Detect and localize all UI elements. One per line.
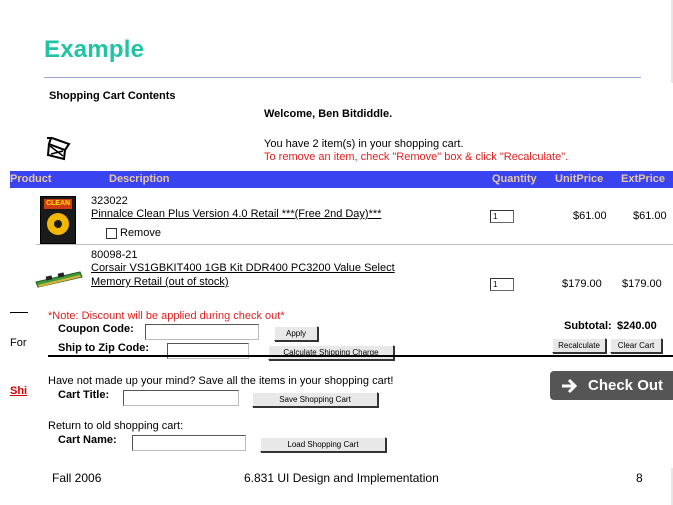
product-image-pinnacle-clean[interactable]: CLEAN — [40, 196, 76, 244]
subtotal-label: Subtotal: — [564, 320, 612, 332]
save-prompt: Have not made up your mind? Save all the… — [48, 375, 394, 387]
save-shopping-cart-button[interactable]: Save Shopping Cart — [252, 392, 378, 407]
shopping-cart-screenshot: Shopping Cart Contents Welcome, Ben Bitd… — [10, 83, 673, 468]
item-sku: 323022 — [91, 195, 128, 207]
cart-table-header: Product Description Quantity UnitPrice E… — [10, 171, 673, 188]
remove-checkbox[interactable] — [106, 228, 117, 239]
cart-title-input[interactable] — [123, 390, 239, 406]
cart-title-label: Cart Title: — [58, 389, 110, 401]
recalculate-button[interactable]: Recalculate — [552, 338, 606, 353]
slide-title: Example — [44, 36, 145, 63]
coupon-code-input[interactable] — [145, 324, 259, 340]
zip-label: Ship to Zip Code: — [58, 342, 150, 354]
column-product: Product — [10, 173, 52, 185]
welcome-text: Welcome, Ben Bitdiddle. — [264, 108, 393, 120]
product-image-corsair-memory[interactable] — [34, 270, 84, 290]
item-count-text: You have 2 item(s) in your shopping cart… — [264, 138, 464, 150]
footer-course: 6.831 UI Design and Implementation — [244, 471, 439, 485]
return-prompt: Return to old shopping cart: — [48, 420, 184, 432]
calculate-shipping-button[interactable]: Calculate Shipping Charge — [268, 345, 394, 360]
subtotal-value: $240.00 — [617, 320, 657, 332]
discount-note: *Note: Discount will be applied during c… — [48, 310, 285, 322]
quantity-input[interactable]: 1 — [490, 278, 514, 291]
remove-instructions: To remove an item, check "Remove" box & … — [264, 151, 569, 163]
load-shopping-cart-button[interactable]: Load Shopping Cart — [260, 437, 386, 452]
unit-price: $179.00 — [562, 278, 602, 290]
cart-heading: Shopping Cart Contents — [49, 90, 176, 102]
item-link-line-1[interactable]: Corsair VS1GBKIT400 1GB Kit DDR400 PC320… — [91, 262, 395, 274]
product-box-label: CLEAN — [44, 199, 72, 209]
check-out-label: Check Out — [588, 377, 664, 394]
column-quantity: Quantity — [492, 173, 537, 185]
apply-button[interactable]: Apply — [274, 326, 318, 341]
left-cut-text: For — [10, 337, 27, 349]
quantity-input[interactable]: 1 — [490, 210, 514, 223]
cut-divider — [10, 312, 28, 313]
slide: Example Shopping Cart Contents Welcome, … — [0, 0, 673, 505]
column-description: Description — [109, 173, 170, 185]
ext-price: $179.00 — [622, 278, 662, 290]
section-divider — [48, 355, 673, 357]
remove-label: Remove — [120, 227, 161, 239]
clear-cart-button[interactable]: Clear Cart — [610, 338, 662, 353]
ext-price: $61.00 — [633, 210, 667, 222]
cart-name-input[interactable] — [132, 435, 246, 451]
left-cut-link[interactable]: Shi — [10, 385, 27, 397]
arrow-right-icon — [562, 378, 578, 394]
unit-price: $61.00 — [573, 210, 607, 222]
item-link-line-2[interactable]: Memory Retail (out of stock) — [91, 276, 229, 288]
coupon-label: Coupon Code: — [58, 323, 134, 335]
page-number: 8 — [636, 471, 643, 485]
title-rule — [44, 77, 641, 78]
row-divider — [36, 244, 673, 245]
cart-name-label: Cart Name: — [58, 434, 117, 446]
column-unit-price: UnitPrice — [555, 173, 604, 185]
item-link[interactable]: Pinnalce Clean Plus Version 4.0 Retail *… — [91, 208, 381, 220]
shopping-cart-icon — [46, 137, 71, 161]
footer-date: Fall 2006 — [52, 471, 102, 485]
check-out-button[interactable]: Check Out — [550, 371, 673, 400]
item-sku: 80098-21 — [91, 249, 138, 261]
column-ext-price: ExtPrice — [621, 173, 666, 185]
